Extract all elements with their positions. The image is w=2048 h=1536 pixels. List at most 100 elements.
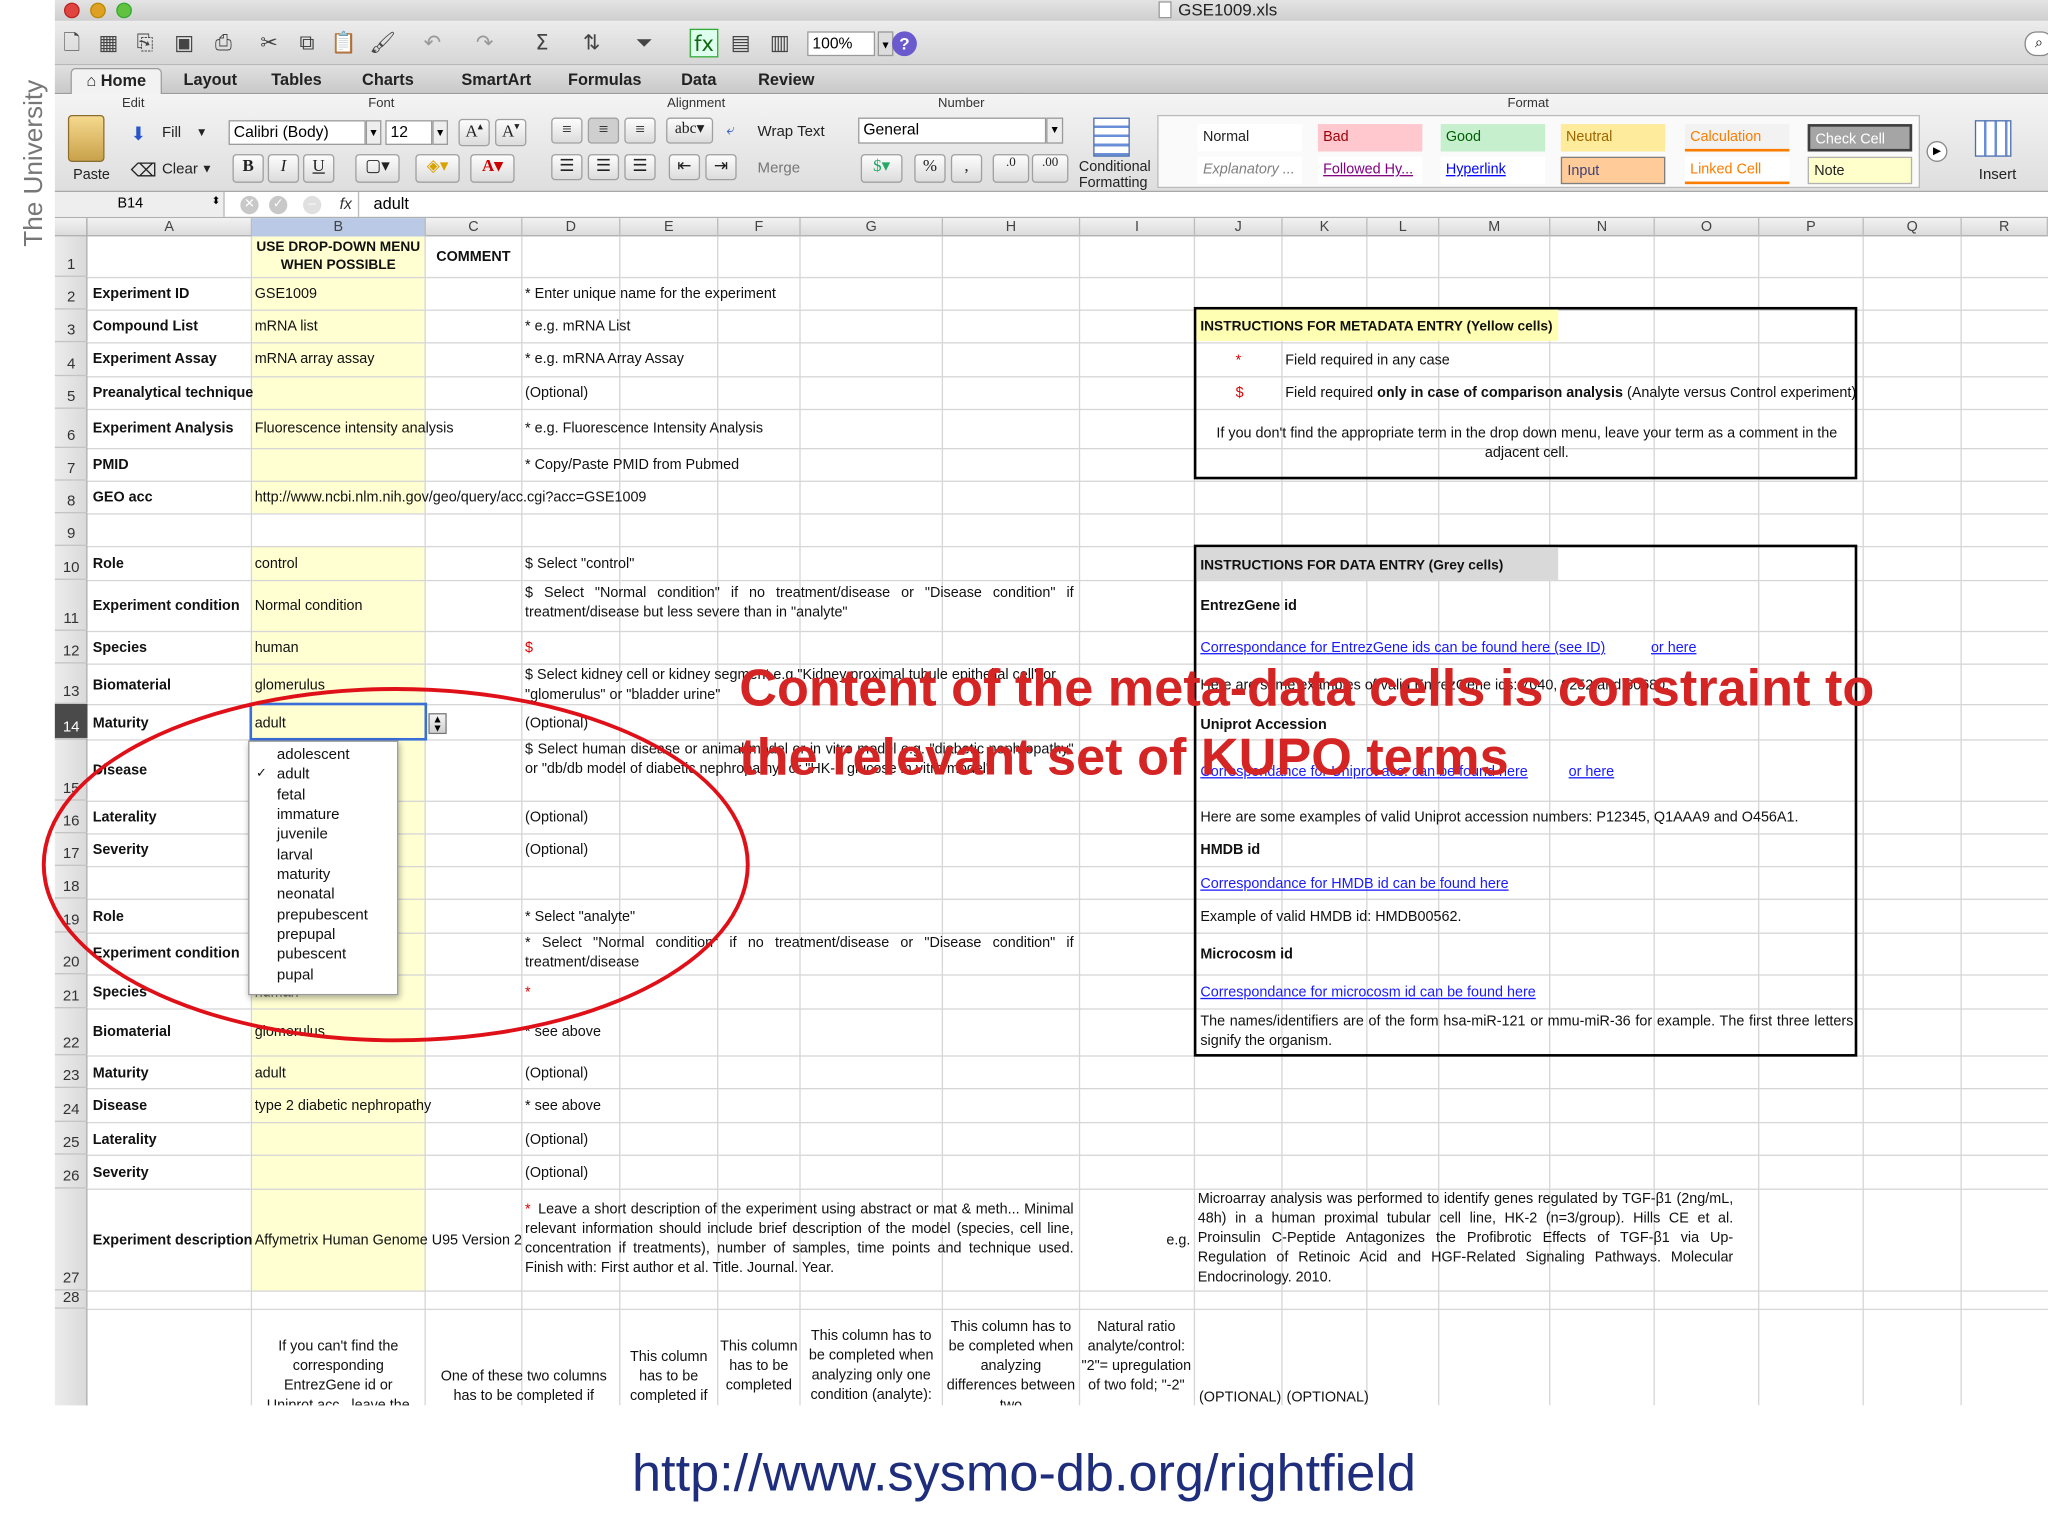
value-experiment-description[interactable]: Affymetrix Human Genome U95 Version 2 [255,1232,522,1250]
formula-input[interactable]: adult [374,195,409,213]
row-header-24[interactable]: 24 [54,1088,88,1122]
borders-icon[interactable]: ▢▾ [355,154,400,183]
col-header-f[interactable]: F [718,218,801,237]
decrease-indent-icon[interactable]: ⇤ [668,154,701,181]
tab-layout[interactable]: Layout [170,68,251,94]
row-header-28[interactable]: 28 [54,1290,88,1309]
decrease-decimal-icon[interactable]: .00 [1031,154,1069,183]
gallery-icon[interactable]: ▤ [726,29,755,58]
tab-home[interactable]: ⌂ Home [70,67,162,95]
uniprot-link-2[interactable]: or here [1569,763,1615,781]
format-painter-icon[interactable]: 🖌 [368,29,397,58]
value-experiment-assay[interactable]: mRNA array assay [255,350,375,368]
row-header-7[interactable]: 7 [54,448,88,481]
row-header-22[interactable]: 22 [54,1008,88,1056]
style-neutral[interactable]: Neutral [1560,124,1666,152]
align-center-icon[interactable]: ☰ [587,154,620,181]
zoom-select[interactable]: 100% [807,31,876,57]
col-header-m[interactable]: M [1439,218,1551,237]
col-header-o[interactable]: O [1655,218,1760,237]
hmdb-link[interactable]: Correspondance for HMDB id can be found … [1200,875,1508,893]
print-icon[interactable]: ⎙ [209,29,238,58]
redo-icon[interactable]: ↷ [470,29,499,58]
style-bad[interactable]: Bad [1317,124,1423,152]
col-header-c[interactable]: C [426,218,523,237]
font-name-dropdown-icon[interactable]: ▼ [365,120,382,145]
col-header-k[interactable]: K [1283,218,1368,237]
col-header-h[interactable]: H [943,218,1081,237]
shrink-font-icon[interactable]: A▾ [495,118,527,147]
number-format-select[interactable]: General [858,117,1047,144]
tab-tables[interactable]: Tables [257,68,335,94]
increase-decimal-icon[interactable]: .0 [992,154,1030,183]
col-header-b[interactable]: B [252,218,426,237]
align-right-icon[interactable]: ☰ [624,154,656,181]
clear-button[interactable]: Clear [162,162,198,178]
row-header-1[interactable]: 1 [54,236,88,277]
row-header-25[interactable]: 25 [54,1122,88,1155]
value-experiment-id[interactable]: GSE1009 [255,285,317,303]
value-experiment-analysis[interactable]: Fluorescence intensity analysis [255,419,454,437]
style-check-cell[interactable]: Check Cell [1807,124,1913,152]
value-maturity-analyte[interactable]: adult [255,1064,286,1082]
sort-icon[interactable]: ⇅ [577,29,606,58]
zoom-window-button[interactable] [116,2,132,19]
col-header-p[interactable]: P [1759,218,1864,237]
entrez-link[interactable]: Correspondance for EntrezGene ids can be… [1200,639,1605,657]
number-format-dropdown-icon[interactable]: ▼ [1046,117,1064,144]
undo-icon[interactable]: ↶ [418,29,447,58]
cancel-entry-icon[interactable]: ✕ [240,195,259,215]
entrez-link-2[interactable]: or here [1651,639,1697,657]
eraser-icon[interactable]: ⌫ [131,159,157,181]
tab-smartart[interactable]: SmartArt [444,68,548,94]
paste-icon[interactable]: 📋 [329,29,358,58]
row-header-26[interactable]: 26 [54,1155,88,1189]
value-role-control[interactable]: control [255,555,298,573]
col-header-n[interactable]: N [1550,218,1655,237]
align-top-icon[interactable]: ≡ [551,117,583,144]
fx-icon[interactable]: fx [340,195,352,213]
select-all-corner[interactable] [55,218,88,237]
zoom-dropdown-icon[interactable]: ▼ [877,31,894,57]
grow-font-icon[interactable]: A▴ [458,118,490,147]
style-note[interactable]: Note [1807,156,1913,185]
save-icon[interactable]: ▣ [170,29,199,58]
row-header-11[interactable]: 11 [54,580,88,631]
filter-icon[interactable]: ⏷ [630,29,659,58]
help-icon[interactable]: ? [892,31,917,57]
style-input[interactable]: Input [1560,156,1666,185]
row-header-8[interactable]: 8 [54,481,88,514]
font-name-select[interactable]: Calibri (Body) [228,120,366,145]
tab-data[interactable]: Data [666,68,731,94]
font-size-select[interactable]: 12 [385,120,433,145]
new-icon[interactable]: 🗋 [57,29,86,58]
copy-icon[interactable]: ⧉ [293,29,322,58]
close-window-button[interactable] [63,2,80,19]
value-disease-analyte[interactable]: type 2 diabetic nephropathy [255,1097,432,1115]
col-header-e[interactable]: E [620,218,719,237]
row-header-4[interactable]: 4 [54,342,88,377]
row-header-12[interactable]: 12 [54,631,88,664]
tab-charts[interactable]: Charts [349,68,427,94]
increase-indent-icon[interactable]: ⇥ [705,154,737,181]
row-header-2[interactable]: 2 [54,277,88,310]
row-header-10[interactable]: 10 [54,546,88,580]
col-header-q[interactable]: Q [1864,218,1962,237]
value-geo-acc[interactable]: http://www.ncbi.nlm.nih.gov/geo/query/ac… [255,488,647,506]
insert-button[interactable]: Insert [1979,167,2017,183]
value-species-control[interactable]: human [255,639,299,657]
align-left-icon[interactable]: ☰ [551,154,583,181]
col-header-d[interactable]: D [522,218,621,237]
name-box-stepper-icon[interactable]: ⬍ [212,195,221,207]
style-good[interactable]: Good [1440,124,1546,152]
col-header-i[interactable]: I [1080,218,1196,237]
microcosm-link[interactable]: Correspondance for microcosm id can be f… [1200,984,1535,1002]
conditional-formatting-button[interactable]: Conditional Formatting [1079,159,1157,190]
style-normal[interactable]: Normal [1197,124,1303,152]
styles-next-icon[interactable]: ▶ [1926,141,1948,162]
row-header-21[interactable]: 21 [54,974,88,1009]
row-header-9[interactable]: 9 [54,513,88,546]
fill-dropdown-icon[interactable]: ▼ [196,125,208,138]
bold-icon[interactable]: B [232,154,264,183]
style-hyperlink[interactable]: Hyperlink [1440,156,1546,185]
